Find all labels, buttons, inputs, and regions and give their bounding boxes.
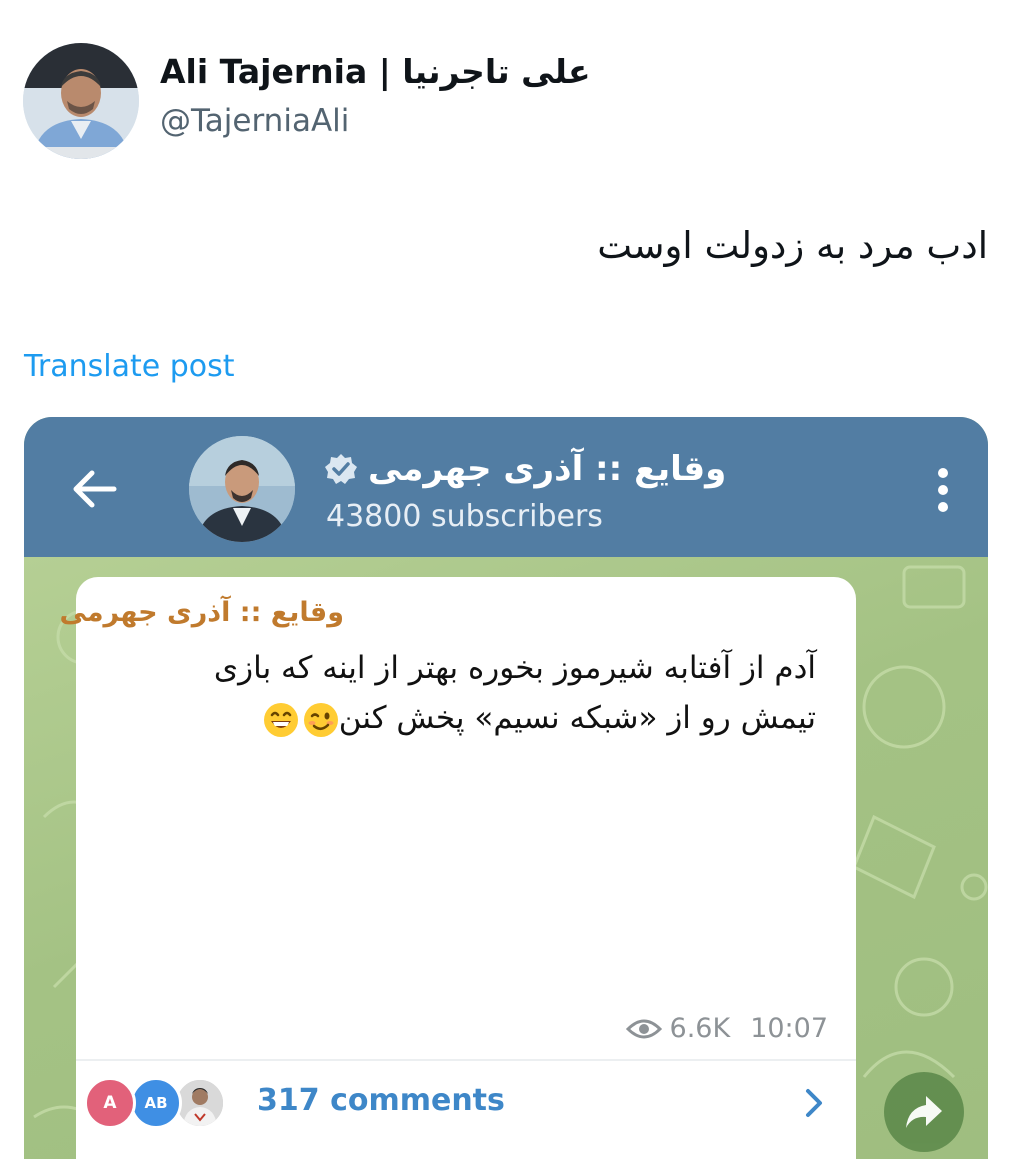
message-line-2-row: تیمش رو از «شبکه نسیم» پخش کنن: [116, 693, 816, 743]
author-avatar[interactable]: [23, 43, 139, 159]
message-line-2: تیمش رو از «شبکه نسیم» پخش کنن: [338, 700, 816, 736]
more-options-button[interactable]: [928, 465, 958, 515]
verified-badge-icon: [325, 454, 357, 484]
emoji-group: [263, 702, 339, 738]
translate-post-link[interactable]: Translate post: [24, 349, 235, 384]
more-vertical-icon: [938, 468, 948, 512]
back-button[interactable]: [66, 465, 122, 513]
grinning-face-icon: [263, 702, 298, 737]
telegram-header: وقایع :: آذری جهرمی 43800 subscribers: [24, 417, 988, 557]
message-time: 10:07: [750, 1013, 828, 1044]
arrow-left-icon: [73, 470, 117, 508]
commenter-avatar-ab: AB: [130, 1077, 182, 1129]
author-handle[interactable]: @TajerniaAli: [160, 103, 349, 139]
author-name[interactable]: Ali Tajernia | علی تاجرنیا: [160, 52, 591, 91]
message-meta: 6.6K 10:07: [625, 1013, 828, 1044]
comments-label: 317 comments: [257, 1083, 505, 1118]
chevron-right-icon: [806, 1089, 822, 1117]
view-count: 6.6K: [669, 1013, 731, 1044]
channel-title: وقایع :: آذری جهرمی: [368, 449, 727, 489]
post-text: ادب مرد به زدولت اوست: [597, 224, 988, 267]
message-line-1: آدم از آفتابه شیرموز بخوره بهتر از اینه …: [213, 650, 816, 686]
comments-button[interactable]: A AB 317 comments: [76, 1063, 856, 1159]
message-bubble[interactable]: وقایع :: آذری جهرمی آدم از آفتابه شیرموز…: [60, 577, 856, 1159]
channel-title-row[interactable]: وقایع :: آذری جهرمی: [324, 441, 726, 497]
commenter-avatar-a: A: [84, 1077, 136, 1129]
share-arrow-icon: [906, 1096, 942, 1128]
subscriber-count: 43800 subscribers: [326, 499, 603, 534]
embedded-telegram-image[interactable]: وقایع :: آذری جهرمی 43800 subscribers وق…: [24, 417, 988, 1159]
message-author[interactable]: وقایع :: آذری جهرمی: [60, 597, 345, 628]
message-text: آدم از آفتابه شیرموز بخوره بهتر از اینه …: [116, 643, 816, 743]
divider: [76, 1059, 856, 1061]
share-button[interactable]: [884, 1072, 964, 1152]
winking-face-icon: [303, 702, 338, 737]
channel-avatar[interactable]: [189, 436, 295, 542]
eye-icon: [625, 1019, 662, 1038]
